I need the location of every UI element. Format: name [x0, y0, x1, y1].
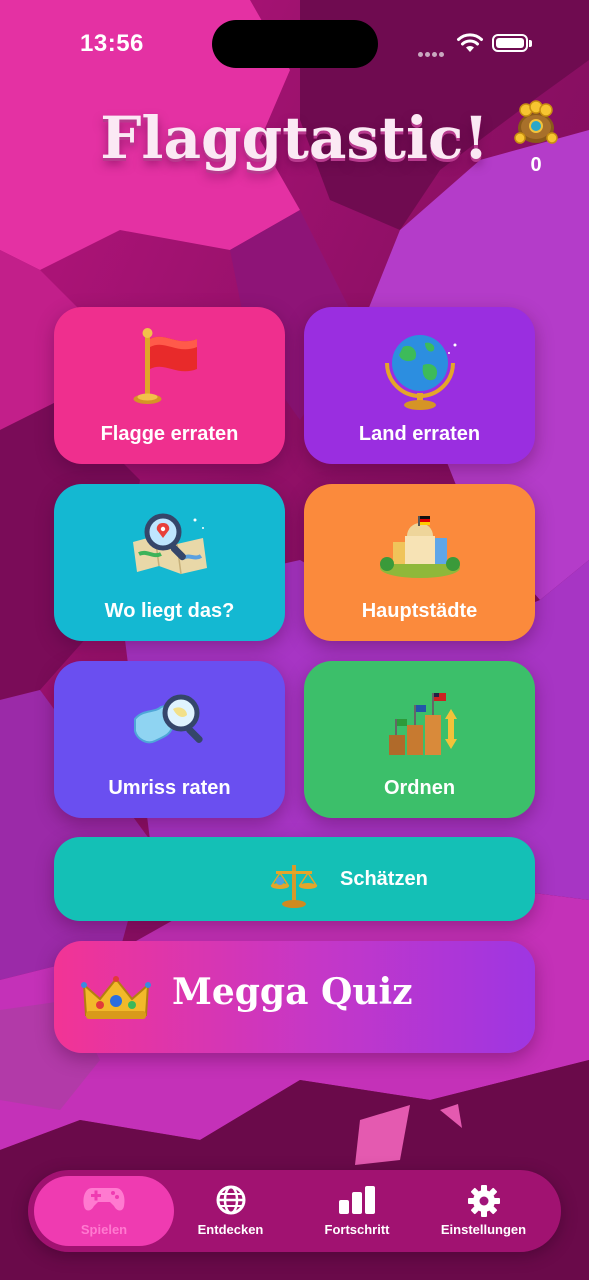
- mode-card-hauptstaedte[interactable]: Hauptstädte: [304, 484, 535, 641]
- ranking-podium-icon: [388, 693, 457, 755]
- coin-count: 0: [530, 154, 542, 176]
- scale-icon: [270, 865, 318, 908]
- tab-bar: Spielen Entdecken Fortschritt Einstellun…: [28, 1170, 561, 1252]
- tab-einstellungen[interactable]: Einstellungen: [428, 1170, 539, 1252]
- map-magnifier-icon: [132, 513, 207, 575]
- mode-card-wo-liegt-das[interactable]: Wo liegt das?: [54, 484, 285, 641]
- bar-chart-icon: [339, 1186, 375, 1214]
- mode-label: Schätzen: [340, 868, 428, 890]
- mode-card-land-erraten[interactable]: Land erraten: [304, 307, 535, 464]
- status-time: 13:56: [80, 30, 144, 57]
- mode-card-ordnen[interactable]: Ordnen: [304, 661, 535, 818]
- red-flag-icon: [133, 328, 197, 404]
- mode-card-flagge-erraten[interactable]: Flagge erraten: [54, 307, 285, 464]
- tab-entdecken[interactable]: Entdecken: [178, 1170, 283, 1252]
- wifi-icon: [457, 33, 483, 52]
- tab-label: Spielen: [80, 1222, 128, 1237]
- crown-icon: [81, 976, 151, 1019]
- mode-card-schaetzen[interactable]: Schätzen: [54, 837, 535, 921]
- mega-quiz-label: Megga Quiz: [172, 971, 413, 1013]
- tab-label: Fortschritt: [324, 1222, 390, 1237]
- mode-label: Wo liegt das?: [104, 600, 235, 622]
- globe-grid-icon: [216, 1185, 245, 1215]
- battery-icon: [492, 34, 532, 52]
- mode-label: Flagge erraten: [100, 423, 239, 445]
- gamepad-icon: [83, 1188, 125, 1211]
- tab-fortschritt[interactable]: Fortschritt: [306, 1170, 408, 1252]
- app-title: Flaggtastic!: [100, 104, 489, 172]
- globe-icon: [384, 335, 456, 410]
- mode-label: Hauptstädte: [361, 600, 478, 622]
- mode-label: Land erraten: [358, 423, 481, 445]
- tab-label: Entdecken: [197, 1222, 264, 1237]
- mode-card-umriss-raten[interactable]: Umriss raten: [54, 661, 285, 818]
- capitol-building-icon: [379, 516, 460, 578]
- dynamic-island: [212, 20, 378, 68]
- mega-quiz-button[interactable]: Megga Quiz: [54, 941, 535, 1053]
- tab-spielen[interactable]: Spielen: [28, 1170, 180, 1252]
- tab-label: Einstellungen: [440, 1222, 527, 1237]
- outline-magnifier-icon: [133, 694, 203, 744]
- mode-label: Ordnen: [383, 777, 456, 799]
- coin-bag-icon[interactable]: [512, 98, 560, 146]
- cellular-signal-icon: [418, 44, 446, 62]
- status-bar: 13:56: [0, 0, 589, 90]
- mode-label: Umriss raten: [108, 777, 231, 799]
- gear-icon: [467, 1185, 500, 1217]
